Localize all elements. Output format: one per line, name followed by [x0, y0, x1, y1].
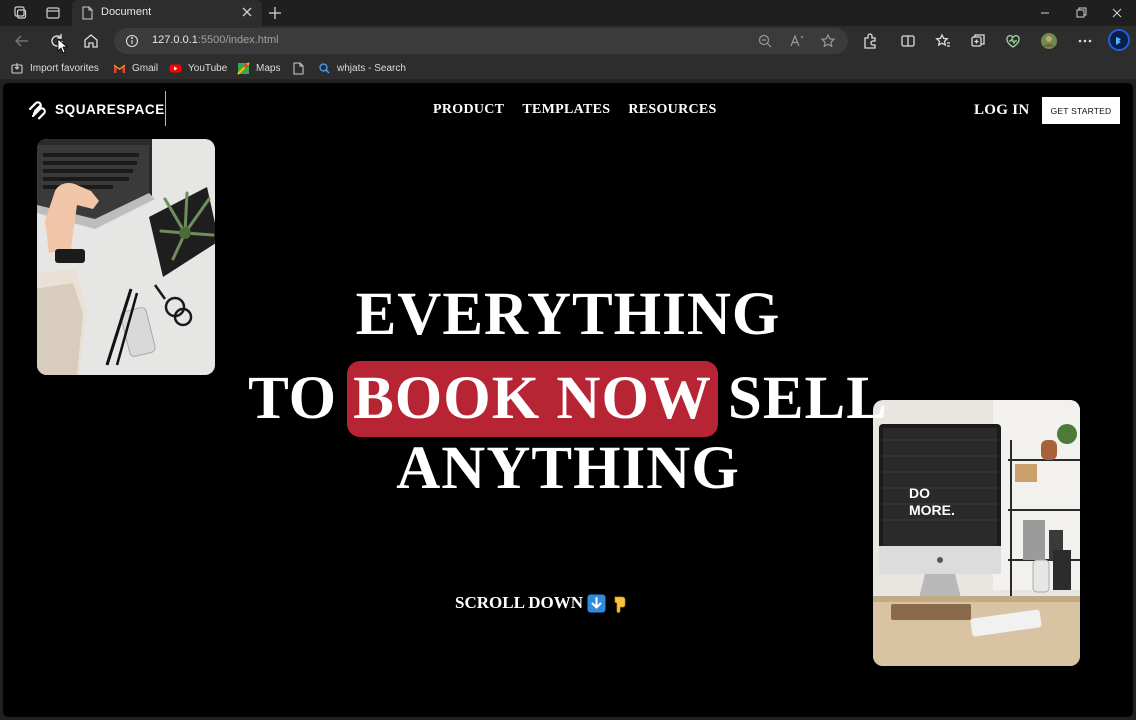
favorite-star-icon[interactable]: [820, 33, 836, 49]
document-icon: [82, 6, 93, 20]
headline-line-3: ANYTHING: [396, 435, 740, 502]
favorite-label: whjats - Search: [337, 62, 406, 74]
favorites-icon[interactable]: [934, 32, 952, 50]
logo-divider: [165, 91, 166, 126]
tab-title: Document: [101, 6, 152, 18]
address-bar[interactable]: 127.0.0.1:5500/index.html: [114, 28, 848, 54]
favorite-item-maps[interactable]: Maps: [237, 61, 280, 75]
extensions-icon[interactable]: [861, 32, 879, 50]
headline-word-to: TO: [248, 365, 338, 432]
page-viewport: SQUARESPACE PRODUCT TEMPLATES RESOURCES …: [3, 83, 1133, 717]
headline-line-2: TO BOOK NOW SELL: [3, 361, 1133, 437]
screen-text-more: MORE.: [909, 502, 955, 518]
workspaces-icon[interactable]: [12, 5, 28, 21]
favorite-label: Gmail: [132, 62, 159, 74]
collections-icon[interactable]: [969, 32, 987, 50]
favorite-item-search[interactable]: whjats - Search: [318, 61, 406, 75]
login-link[interactable]: LOG IN: [974, 102, 1030, 119]
gmail-icon: [113, 64, 126, 73]
pointing-down-hand-icon: [614, 596, 626, 613]
tab-strip: Document: [0, 0, 1136, 26]
more-options-icon[interactable]: [1076, 32, 1094, 50]
url-text: 127.0.0.1:5500/index.html: [152, 34, 279, 46]
headline-line-1: EVERYTHING: [355, 281, 781, 348]
import-icon: [11, 62, 23, 74]
back-icon[interactable]: [13, 32, 31, 50]
maps-icon: [237, 61, 250, 75]
address-row: 127.0.0.1:5500/index.html: [0, 26, 1136, 56]
favorite-item-document[interactable]: [292, 61, 305, 75]
active-tab[interactable]: Document: [72, 0, 262, 26]
site-info-icon[interactable]: [125, 34, 139, 48]
url-host: 127.0.0.1: [152, 34, 198, 46]
favorite-label: YouTube: [188, 62, 228, 74]
tab-actions-icon[interactable]: [45, 5, 61, 21]
main-nav: PRODUCT TEMPLATES RESOURCES: [433, 102, 717, 118]
book-now-highlight[interactable]: BOOK NOW: [347, 361, 718, 437]
favorite-label: Import favorites: [30, 62, 99, 74]
restore-icon[interactable]: [1072, 4, 1090, 22]
browser-essentials-icon[interactable]: [1004, 32, 1022, 50]
bing-copilot-icon[interactable]: [1107, 28, 1131, 52]
read-aloud-icon[interactable]: [789, 33, 805, 49]
headline-word-sell: SELL: [727, 365, 888, 432]
search-icon: [319, 62, 330, 73]
nav-resources[interactable]: RESOURCES: [628, 102, 716, 118]
nav-templates[interactable]: TEMPLATES: [522, 102, 610, 118]
down-arrow-icon: [587, 594, 606, 612]
zoom-out-icon[interactable]: [757, 33, 773, 49]
favorite-item-youtube[interactable]: YouTube: [169, 61, 227, 75]
new-tab-icon[interactable]: [267, 5, 283, 21]
document-icon: [293, 62, 304, 74]
favorite-item-import[interactable]: Import favorites: [11, 61, 99, 75]
home-icon[interactable]: [82, 32, 100, 50]
favorite-label: Maps: [256, 62, 281, 74]
favorites-bar: Import favorites Gmail YouTube Maps whja…: [0, 56, 1136, 80]
scroll-down-hint[interactable]: SCROLL DOWN: [455, 593, 629, 613]
squarespace-logo-icon: [28, 101, 46, 120]
split-screen-icon[interactable]: [899, 32, 917, 50]
logo-wordmark: SQUARESPACE: [55, 101, 165, 117]
get-started-button[interactable]: GET STARTED: [1042, 97, 1120, 124]
mouse-cursor-icon: [57, 38, 69, 54]
profile-avatar-icon[interactable]: [1040, 32, 1058, 50]
close-tab-icon[interactable]: [240, 5, 254, 19]
nav-product[interactable]: PRODUCT: [433, 102, 504, 118]
minimize-icon[interactable]: [1036, 4, 1054, 22]
youtube-icon: [169, 64, 182, 72]
url-path: :5500/index.html: [197, 34, 279, 46]
site-logo[interactable]: SQUARESPACE: [26, 98, 165, 120]
close-window-icon[interactable]: [1108, 4, 1126, 22]
scroll-down-label: SCROLL DOWN: [455, 593, 583, 612]
favorite-item-gmail[interactable]: Gmail: [113, 61, 158, 75]
